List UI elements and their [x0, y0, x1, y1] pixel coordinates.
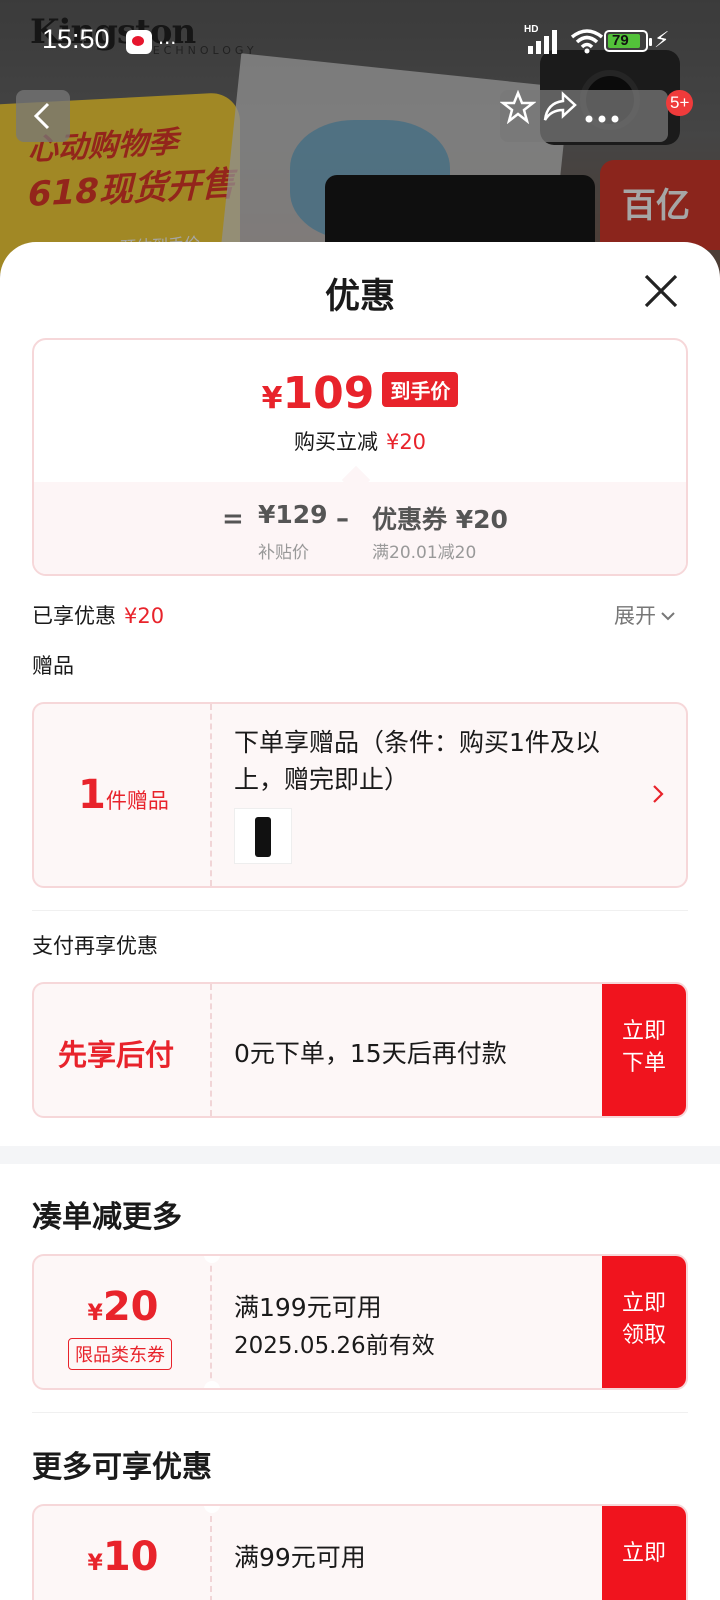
coupon-currency: ¥	[87, 1301, 103, 1326]
final-price: ¥109 到手价	[34, 368, 686, 419]
notification-badge: 5+	[666, 90, 694, 116]
save-label: 购买立减	[293, 430, 378, 454]
pay-later-description: 0元下单，15天后再付款	[234, 1039, 507, 1068]
wifi-icon	[570, 29, 604, 54]
minus-sign: –	[336, 504, 349, 534]
coupon-value: 20	[102, 1284, 159, 1330]
coupon-condition: 满199元可用	[234, 1293, 382, 1322]
claim-coupon-button[interactable]: 立即	[602, 1506, 686, 1600]
close-icon[interactable]	[640, 270, 682, 312]
action-bar	[499, 89, 668, 142]
pay-left: 先享后付	[34, 984, 212, 1116]
chevron-right-icon	[653, 785, 664, 803]
coupon-amount: ¥20	[34, 1284, 212, 1330]
charging-icon: ⚡	[654, 28, 670, 53]
battery-level: 79	[612, 32, 629, 49]
gift-section-label: 赠品	[32, 654, 74, 678]
coupon-deduct-value: 优惠券 ¥20	[372, 505, 508, 534]
equals-sign: =	[222, 504, 244, 534]
status-bar: 15:50 ... HD 79 ⚡	[0, 0, 720, 80]
claim-coupon-button[interactable]: 立即 领取	[602, 1256, 686, 1388]
currency-symbol: ¥	[261, 381, 283, 416]
more-icon[interactable]	[584, 114, 620, 124]
status-more-dots: ...	[158, 24, 177, 49]
enjoyed-label: 已享优惠	[32, 604, 116, 628]
sheet-title: 优惠	[324, 277, 395, 317]
more-section-title: 更多可享优惠	[32, 1450, 212, 1485]
gift-count-number: 1	[78, 772, 106, 818]
gift-count: 1件赠品	[78, 772, 169, 818]
expand-label: 展开	[614, 604, 656, 628]
coupon-validity: 2025.05.26前有效	[234, 1333, 435, 1359]
bundle-section-title: 凑单减更多	[32, 1200, 182, 1235]
coupon-deduct-condition: 满20.01减20	[372, 543, 477, 563]
share-icon[interactable]	[541, 90, 579, 124]
enjoyed-value: ¥20	[124, 604, 165, 628]
claim-line2: 领取	[621, 1323, 666, 1348]
weibo-icon	[126, 30, 152, 54]
order-now-button[interactable]: 立即 下单	[602, 984, 686, 1116]
gift-card[interactable]: 1件赠品 下单享赠品（条件：购买1件及以上，赠完即止）	[32, 702, 688, 888]
coupon-type-tag: 限品类东券	[68, 1338, 172, 1370]
star-icon[interactable]	[499, 89, 537, 125]
coupon-value: 10	[102, 1534, 159, 1580]
discount-sheet: 优惠 ¥109 到手价 购买立减 ¥20 = ¥129 补贴价 – 优惠券 ¥20 …	[0, 242, 720, 1600]
section-separator	[0, 1146, 720, 1164]
coupon-left: ¥10	[34, 1506, 212, 1600]
signal-icon: HD	[524, 24, 564, 54]
coupon-left: ¥20 限品类东券	[34, 1256, 212, 1388]
gift-count-unit: 件赠品	[105, 789, 169, 813]
enjoyed-discount: 已享优惠 ¥20	[32, 600, 164, 630]
divider	[32, 1412, 688, 1413]
price-breakdown: = ¥129 补贴价 – 优惠券 ¥20 满20.01减20	[34, 482, 686, 574]
price-top: ¥109 到手价 购买立减 ¥20	[34, 340, 686, 482]
coupon-condition: 满99元可用	[234, 1543, 366, 1572]
status-time: 15:50	[42, 24, 110, 54]
price-summary-card: ¥109 到手价 购买立减 ¥20 = ¥129 补贴价 – 优惠券 ¥20 满20…	[32, 338, 688, 576]
claim-line1: 立即	[621, 1541, 666, 1566]
claim-line1: 立即	[621, 1291, 666, 1316]
save-line: 购买立减 ¥20	[34, 426, 686, 456]
gift-left: 1件赠品	[34, 704, 212, 886]
divider	[32, 910, 688, 911]
subsidy-price-label: 补贴价	[258, 543, 309, 563]
pay-later-label: 先享后付	[58, 1038, 175, 1072]
final-price-value: 109	[282, 368, 375, 419]
back-button[interactable]	[16, 90, 70, 142]
expand-button[interactable]: 展开	[614, 600, 676, 630]
chevron-down-icon	[661, 612, 675, 621]
pay-later-card: 先享后付 0元下单，15天后再付款 立即 下单	[32, 982, 688, 1118]
gift-thumbnail[interactable]	[234, 808, 292, 864]
final-price-tag: 到手价	[382, 372, 459, 407]
order-now-line2: 下单	[621, 1051, 666, 1076]
coupon-card: ¥10 满99元可用 立即	[32, 1504, 688, 1600]
chevron-left-icon	[33, 102, 50, 130]
subsidy-price-value: ¥129	[258, 500, 328, 529]
pay-section-label: 支付再享优惠	[32, 934, 158, 958]
battery-icon: 79	[604, 30, 652, 52]
save-value: ¥20	[385, 430, 427, 454]
order-now-line1: 立即	[621, 1019, 666, 1044]
coupon-amount: ¥10	[34, 1534, 212, 1580]
coupon-notch-bottom	[204, 1381, 220, 1388]
coupon-card: ¥20 限品类东券 满199元可用 2025.05.26前有效 立即 领取	[32, 1254, 688, 1390]
gift-description: 下单享赠品（条件：购买1件及以上，赠完即止）	[234, 728, 600, 794]
coupon-currency: ¥	[87, 1551, 103, 1576]
